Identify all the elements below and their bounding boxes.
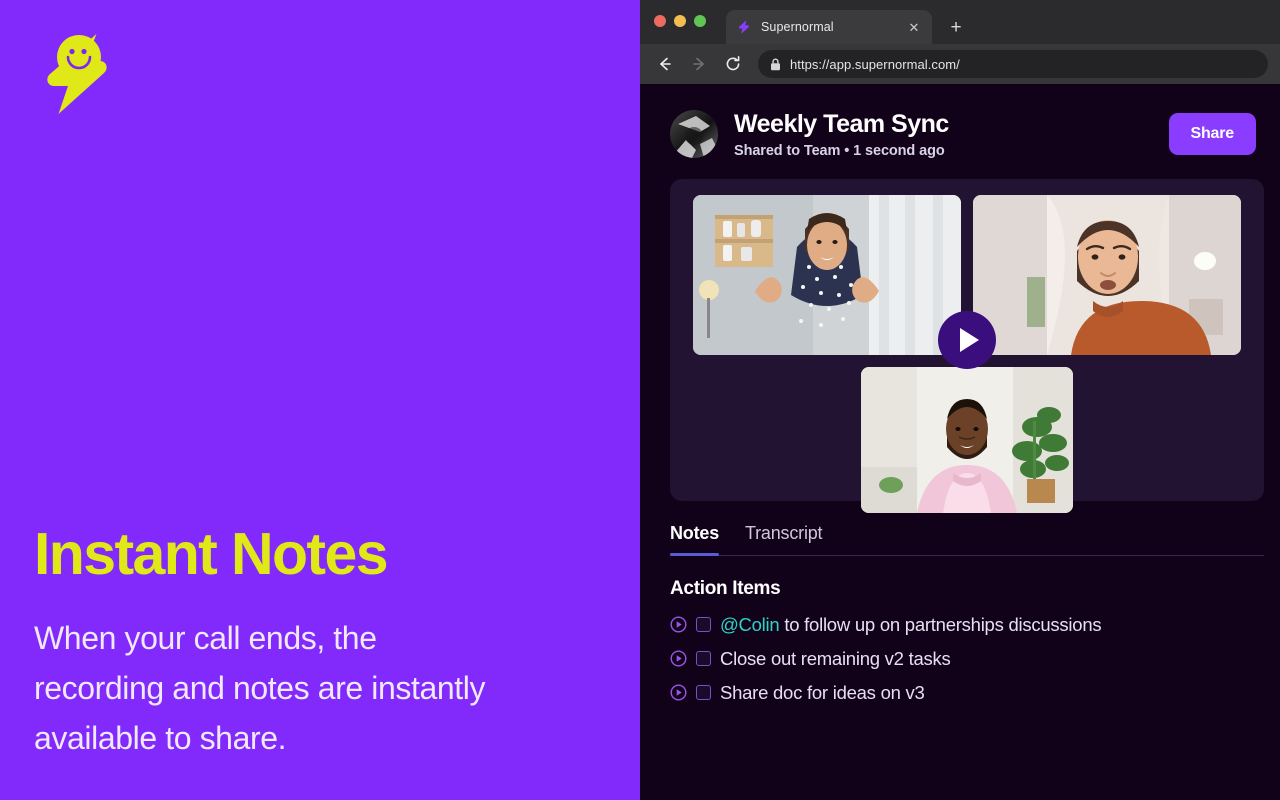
close-tab-icon[interactable]: ✕ [906, 19, 922, 35]
forward-button[interactable] [684, 49, 714, 79]
meeting-meta: Weekly Team Sync Shared to Team • 1 seco… [734, 110, 1153, 159]
action-item-text-rest: to follow up on partnerships discussions [779, 613, 1102, 635]
user-avatar [670, 110, 718, 159]
meeting-header: Weekly Team Sync Shared to Team • 1 seco… [640, 84, 1280, 173]
page-root: Instant Notes When your call ends, the r… [0, 0, 1280, 800]
address-bar[interactable]: https://app.supernormal.com/ [758, 50, 1268, 78]
marketing-panel: Instant Notes When your call ends, the r… [0, 0, 640, 800]
browser-tab-supernormal[interactable]: Supernormal ✕ [726, 10, 932, 44]
play-circle-icon[interactable] [670, 616, 687, 633]
meeting-subtitle: Shared to Team • 1 second ago [734, 142, 945, 159]
action-item-row: @Colin to follow up on partnerships disc… [670, 614, 1264, 636]
browser-window: Supernormal ✕ + https://app.supernormal.… [640, 0, 1280, 800]
minimize-window-button[interactable] [674, 15, 686, 27]
play-circle-icon[interactable] [670, 650, 687, 667]
video-tile-row-bottom [686, 355, 1248, 513]
video-player[interactable] [670, 178, 1264, 513]
tab-notes[interactable]: Notes [670, 523, 719, 556]
video-tile-participant-2 [973, 194, 1241, 355]
action-item-text: @Colin to follow up on partnerships disc… [720, 613, 1102, 636]
lock-icon [770, 58, 781, 71]
action-item-row: Share doc for ideas on v3 [670, 682, 1264, 704]
action-item-row: Close out remaining v2 tasks [670, 648, 1264, 670]
share-button[interactable]: Share [1168, 113, 1256, 156]
video-tile-participant-1 [693, 194, 961, 355]
browser-toolbar: https://app.supernormal.com/ [640, 44, 1280, 84]
back-button[interactable] [650, 49, 680, 79]
checkbox-unchecked-icon[interactable] [696, 617, 711, 633]
window-controls [654, 0, 706, 44]
play-circle-icon[interactable] [670, 684, 687, 701]
checkbox-unchecked-icon[interactable] [696, 651, 711, 667]
browser-tab-title: Supernormal [761, 20, 834, 34]
checkbox-unchecked-icon[interactable] [696, 685, 711, 701]
reload-button[interactable] [718, 49, 748, 79]
play-button[interactable] [938, 310, 996, 369]
action-item-text: Share doc for ideas on v3 [720, 681, 925, 703]
browser-tab-strip: Supernormal ✕ + [640, 0, 1280, 44]
play-triangle-icon [960, 327, 979, 352]
supernormal-bolt-smiley-logo-icon [34, 28, 120, 118]
supernormal-bolt-favicon-icon [736, 19, 752, 35]
page-title: Weekly Team Sync [734, 110, 949, 138]
section-title-action-items: Action Items [670, 577, 781, 599]
maximize-window-button[interactable] [694, 15, 706, 27]
action-item-text: Close out remaining v2 tasks [720, 647, 951, 669]
url-text: https://app.supernormal.com/ [790, 56, 960, 72]
mention-colin[interactable]: @Colin [720, 614, 780, 635]
tab-transcript[interactable]: Transcript [745, 523, 823, 555]
video-tile-participant-3 [861, 366, 1073, 513]
notes-content: Action Items @Colin to follow up on part… [640, 556, 1280, 705]
close-window-button[interactable] [654, 15, 666, 27]
new-tab-button[interactable]: + [942, 13, 970, 41]
subheadline: When your call ends, the recording and n… [34, 620, 486, 757]
headline: Instant Notes [34, 521, 389, 588]
supernormal-app: Weekly Team Sync Shared to Team • 1 seco… [640, 84, 1280, 800]
marketing-copy: Instant Notes When your call ends, the r… [34, 525, 574, 764]
notes-transcript-tabs: Notes Transcript [670, 523, 1264, 556]
